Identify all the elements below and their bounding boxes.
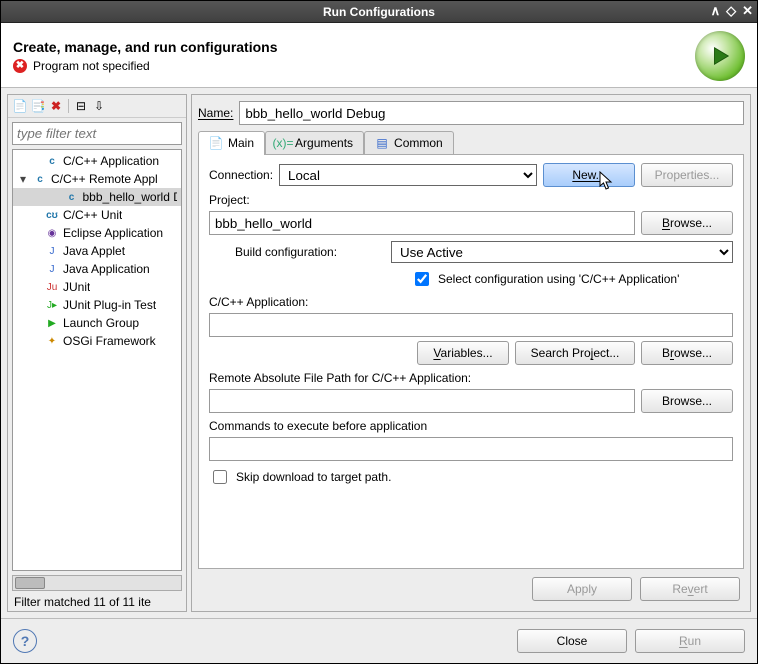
tree-item[interactable]: ▾cC/C++ Remote Appl: [13, 170, 181, 188]
select-config-checkbox[interactable]: Select configuration using 'C/C++ Applic…: [411, 269, 679, 289]
maximize-icon[interactable]: ◇: [726, 3, 736, 19]
commands-input[interactable]: [209, 437, 733, 461]
error-text: Program not specified: [33, 59, 150, 73]
header-title: Create, manage, and run configurations: [13, 39, 278, 55]
project-browse-button[interactable]: Browse...: [641, 211, 733, 235]
filter-match-text: Filter matched 11 of 11 ite: [8, 593, 186, 611]
delete-icon[interactable]: ✖: [48, 98, 64, 114]
variables-button[interactable]: Variables...: [417, 341, 509, 365]
arguments-tab-icon: (x)=: [276, 136, 290, 150]
tree-item[interactable]: cC/C++ Application: [13, 152, 181, 170]
new-config-icon[interactable]: 📄: [12, 98, 28, 114]
right-pane: Name: 📄 Main (x)= Arguments ▤ Common: [191, 94, 751, 612]
tab-common[interactable]: ▤ Common: [364, 131, 454, 154]
search-project-button[interactable]: Search Project...: [515, 341, 635, 365]
tabbar: 📄 Main (x)= Arguments ▤ Common: [198, 131, 744, 155]
tree-item[interactable]: cbbb_hello_world D: [13, 188, 181, 206]
tree-item[interactable]: ✦OSGi Framework: [13, 332, 181, 350]
main-tab-panel: Connection: Local New... Properties... P…: [198, 155, 744, 569]
skip-download-checkbox[interactable]: Skip download to target path.: [209, 467, 733, 487]
connection-new-button[interactable]: New...: [543, 163, 635, 187]
tree-item[interactable]: J▸JUnit Plug-in Test: [13, 296, 181, 314]
close-button[interactable]: Close: [517, 629, 627, 653]
help-icon[interactable]: ?: [13, 629, 37, 653]
capp-label: C/C++ Application:: [209, 295, 733, 309]
run-button: Run: [635, 629, 745, 653]
remote-path-input[interactable]: [209, 389, 635, 413]
remote-browse-button[interactable]: Browse...: [641, 389, 733, 413]
tree-item[interactable]: cʊC/C++ Unit: [13, 206, 181, 224]
header: Create, manage, and run configurations ✖…: [1, 23, 757, 88]
error-row: ✖ Program not specified: [13, 59, 278, 73]
h-scrollbar[interactable]: [12, 575, 182, 591]
common-tab-icon: ▤: [375, 136, 389, 150]
filter-input[interactable]: [12, 122, 182, 145]
name-label: Name:: [198, 106, 233, 120]
filter-icon[interactable]: ⇩: [91, 98, 107, 114]
error-icon: ✖: [13, 59, 27, 73]
run-configurations-window: Run Configurations ∧ ◇ ✕ Create, manage,…: [0, 0, 758, 664]
connection-label: Connection:: [209, 168, 273, 182]
tree-item[interactable]: JuJUnit: [13, 278, 181, 296]
close-icon[interactable]: ✕: [742, 3, 753, 19]
project-input[interactable]: [209, 211, 635, 235]
commands-label: Commands to execute before application: [209, 419, 733, 433]
bottom-bar: ? Close Run: [1, 618, 757, 663]
collapse-icon[interactable]: ⊟: [73, 98, 89, 114]
config-tree[interactable]: cC/C++ Application▾cC/C++ Remote Applcbb…: [12, 149, 182, 571]
duplicate-icon[interactable]: 📑: [30, 98, 46, 114]
connection-select[interactable]: Local: [279, 164, 537, 186]
left-toolbar: 📄 📑 ✖ ⊟ ⇩: [8, 95, 186, 118]
revert-button: Revert: [640, 577, 740, 601]
project-label: Project:: [209, 193, 733, 207]
tree-item[interactable]: JJava Applet: [13, 242, 181, 260]
build-config-label: Build configuration:: [235, 245, 385, 259]
build-config-select[interactable]: Use Active: [391, 241, 733, 263]
left-pane: 📄 📑 ✖ ⊟ ⇩ cC/C++ Application▾cC/C++ Remo…: [7, 94, 187, 612]
connection-properties-button: Properties...: [641, 163, 733, 187]
name-input[interactable]: [239, 101, 744, 125]
remote-path-label: Remote Absolute File Path for C/C++ Appl…: [209, 371, 733, 385]
tree-item[interactable]: ◉Eclipse Application: [13, 224, 181, 242]
window-title: Run Configurations: [323, 5, 435, 19]
tab-arguments[interactable]: (x)= Arguments: [265, 131, 364, 154]
capp-input[interactable]: [209, 313, 733, 337]
minimize-icon[interactable]: ∧: [711, 3, 721, 19]
capp-browse-button[interactable]: Browse...: [641, 341, 733, 365]
window-controls: ∧ ◇ ✕: [711, 3, 753, 19]
tree-item[interactable]: JJava Application: [13, 260, 181, 278]
main-tab-icon: 📄: [209, 136, 223, 150]
titlebar: Run Configurations ∧ ◇ ✕: [1, 1, 757, 23]
tab-main[interactable]: 📄 Main: [198, 131, 265, 154]
tree-item[interactable]: ▶Launch Group: [13, 314, 181, 332]
run-icon: [695, 31, 745, 81]
apply-button: Apply: [532, 577, 632, 601]
